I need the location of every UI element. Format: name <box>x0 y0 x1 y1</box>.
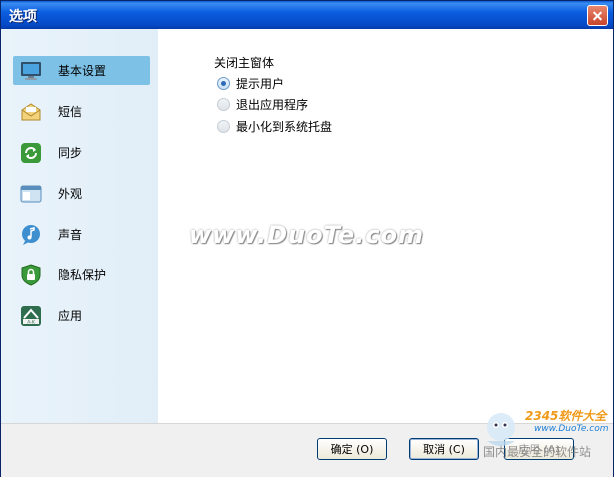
close-icon[interactable] <box>587 5 608 26</box>
sidebar-item-basic-settings[interactable]: 基本设置 <box>13 56 150 85</box>
sync-icon <box>20 142 42 164</box>
brand-watermark: 2345软件大全 <box>525 409 607 423</box>
title-bar[interactable]: 选项 <box>1 1 613 29</box>
sidebar-item-sync[interactable]: 同步 <box>13 138 150 167</box>
svg-text:A-K: A-K <box>27 319 36 325</box>
radio-minimize-tray[interactable]: 最小化到系统托盘 <box>217 117 332 135</box>
radio-label: 提示用户 <box>236 76 285 91</box>
radio-prompt-user[interactable]: 提示用户 <box>217 74 284 92</box>
envelope-icon <box>20 101 42 123</box>
sidebar-item-sms[interactable]: 短信 <box>13 97 150 126</box>
sidebar-item-label: 基本设置 <box>58 64 107 78</box>
radio-button[interactable] <box>217 97 230 111</box>
window-icon <box>20 183 42 205</box>
monitor-icon <box>20 60 42 82</box>
window-title: 选项 <box>9 9 37 25</box>
sidebar-item-apps[interactable]: A-K 应用 <box>13 301 150 330</box>
sidebar-item-label: 应用 <box>58 309 83 323</box>
sidebar-item-appearance[interactable]: 外观 <box>13 179 150 208</box>
duote-watermark: www.DuoTe.com <box>189 221 424 249</box>
sidebar-item-label: 外观 <box>58 187 83 201</box>
sidebar-item-label: 短信 <box>58 105 83 119</box>
options-window: 选项 基本设置 短信 同步 外观 声音 隐私保护 A-K 应用 关闭主窗体 提示… <box>0 0 614 477</box>
radio-button[interactable] <box>217 119 230 133</box>
sidebar-item-privacy[interactable]: 隐私保护 <box>13 260 150 289</box>
radio-label: 最小化到系统托盘 <box>236 119 333 134</box>
cancel-button[interactable]: 取消 (C) <box>409 438 479 460</box>
brand-tagline-watermark: 国内最安全的软件站 <box>483 445 592 459</box>
sidebar: 基本设置 短信 同步 外观 声音 隐私保护 A-K 应用 <box>1 29 158 423</box>
lock-shield-icon <box>20 263 42 286</box>
sidebar-item-sound[interactable]: 声音 <box>13 220 150 249</box>
sidebar-item-label: 隐私保护 <box>58 268 107 282</box>
radio-label: 退出应用程序 <box>236 97 309 112</box>
sidebar-item-label: 同步 <box>58 146 83 160</box>
sidebar-item-label: 声音 <box>58 228 83 242</box>
music-note-icon <box>20 224 42 246</box>
ok-button[interactable]: 确定 (O) <box>317 438 387 460</box>
brand-url-watermark: www.DuoTe.com <box>534 424 609 434</box>
radio-exit-app[interactable]: 退出应用程序 <box>217 95 308 113</box>
close-main-window-group-title: 关闭主窗体 <box>214 56 275 70</box>
apps-icon: A-K <box>20 305 42 327</box>
radio-button-checked[interactable] <box>217 76 230 90</box>
